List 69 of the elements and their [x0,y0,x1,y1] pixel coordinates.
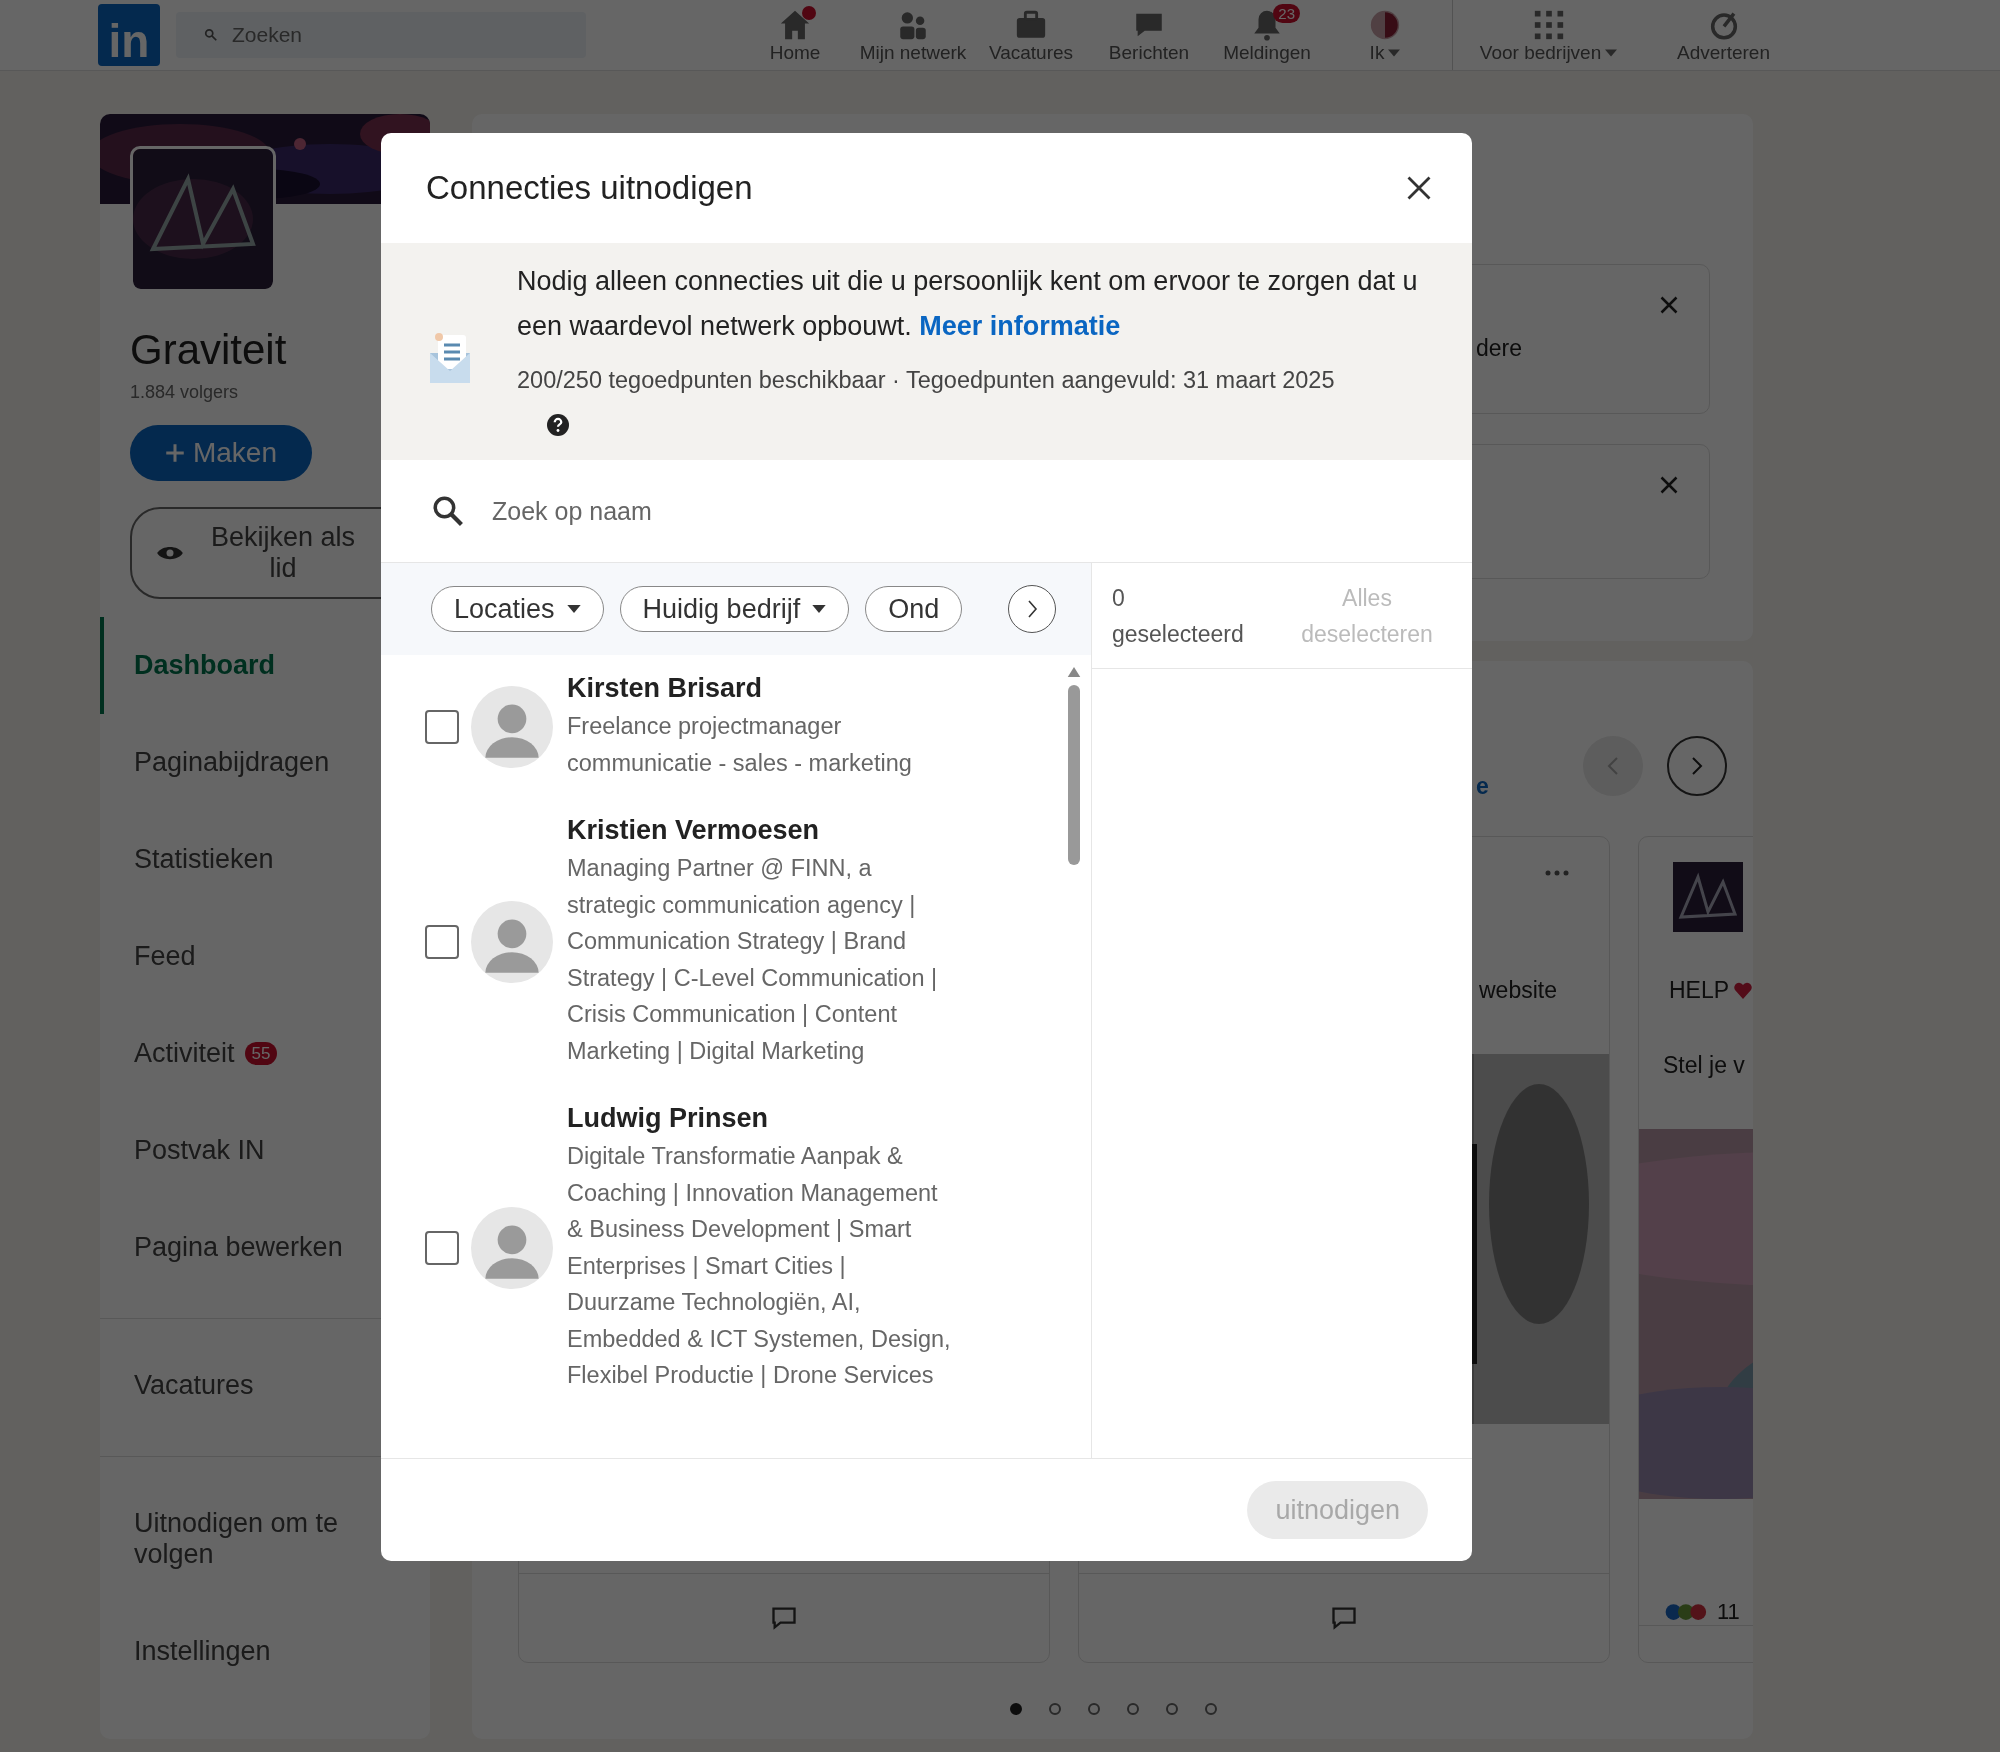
close-icon[interactable] [1405,174,1433,202]
follower-count: 1.884 volgers [130,382,240,403]
chevron-right-icon [1026,599,1038,619]
sidebar-item[interactable]: Instellingen [100,1603,430,1701]
logo[interactable]: in [98,4,160,66]
heart-icon [1733,980,1753,1001]
more-icon[interactable] [1545,870,1569,876]
name-search-field[interactable]: Zoek op naam [490,485,1394,537]
nav-item[interactable]: Voor bedrijven [1461,8,1636,70]
pagination-dot[interactable] [1166,1703,1178,1715]
checkbox[interactable] [425,1231,459,1266]
caret-icon [1388,49,1401,57]
suggestion-text: dere [1476,335,1523,362]
pagination-dot[interactable] [1127,1703,1139,1715]
count-badge: 55 [244,1041,278,1066]
create-button[interactable]: Maken [130,425,312,481]
sidebar-item[interactable]: Activiteit 55 [100,1005,430,1103]
scroll-up-icon[interactable] [1067,667,1081,677]
notice-text: Nodig alleen connecties uit die u persoonlijk kent om ervoor te zorgen dat u een waardevol netwerk opbouwt. Meer informatie [517,265,1419,343]
plus-icon [164,443,185,463]
avatar-icon [471,1207,553,1290]
post-text: website [1479,977,1558,1004]
person-headline: Managing Partner @ FINN, a strategic communication agency | Communication Strategy | Brand Strategy | C-Level Communication | Crisis Communication | Content Marketing | Digital Marketing [567,854,939,1066]
notification-dot [802,6,816,20]
post-text: HELP [1669,977,1730,1004]
page-name: Graviteit [130,326,288,374]
checkbox[interactable] [425,710,459,744]
search-field[interactable]: Zoeken [176,12,586,58]
person-headline: Freelance projectmanager communicatie - sales - marketing [567,712,913,778]
reaction-count: 11 [1717,1599,1740,1625]
filter-button[interactable]: Locaties [431,586,604,632]
person-name: Ludwig Prinsen [567,1103,769,1134]
link[interactable]: e [1476,772,1489,800]
person-headline: Digitale Transformatie Aanpak & Coaching | Innovation Management & Business Development | Smart Enterprises | Smart Cities | Duurzame Technologiën, AI, Embedded & ICT Systemen, Design, Flexibel Productie | Drone Services [567,1142,952,1390]
selected-count: 0 geselecteerd [1112,583,1245,649]
caret-icon [1605,49,1618,57]
post-text: Stel je v [1663,1052,1746,1079]
nav-item[interactable]: Vacatures [972,8,1090,70]
house-icon [778,8,812,42]
page-logo [1673,862,1743,932]
nav-item[interactable]: Home [736,8,854,70]
filter-button[interactable]: Huidig bedrijf [619,586,850,632]
notification-badge: 23 [1273,4,1300,23]
nav-item[interactable]: Berichten [1090,8,1208,70]
chevron-right-icon [1690,756,1703,776]
person-name: Kristien Vermoesen [567,815,821,846]
more-info-link[interactable]: Meer informatie [919,311,1121,341]
credits-text: 200/250 tegoedpunten beschikbaar · Tegoedpunten aangevuld: 31 maart 2025 [517,367,1336,394]
checkbox[interactable] [425,925,459,959]
nav-item[interactable]: Mijn netwerk [854,8,972,70]
dialog-title: Connecties uitnodigen [426,169,753,207]
scrollbar-thumb[interactable] [1068,685,1080,865]
pagination-dot[interactable] [1049,1703,1061,1715]
avatar-icon [471,901,553,983]
caret-icon [566,605,581,613]
avatar-icon [1368,8,1402,42]
nav-item[interactable]: Ik [1326,8,1444,70]
avatar-icon [471,686,553,768]
pagination-dot[interactable] [1205,1703,1217,1715]
nav-item[interactable]: Adverteren [1636,8,1811,70]
pagination-dot[interactable] [1088,1703,1100,1715]
filter-button[interactable]: Ond [865,586,963,632]
pagination-dot[interactable] [1010,1703,1022,1715]
search-icon [204,28,218,42]
search-icon [431,494,465,528]
caret-icon [812,605,827,613]
person-name: Kirsten Brisard [567,673,764,704]
help-icon[interactable] [547,414,569,436]
scroll-right-button[interactable] [1008,585,1056,633]
